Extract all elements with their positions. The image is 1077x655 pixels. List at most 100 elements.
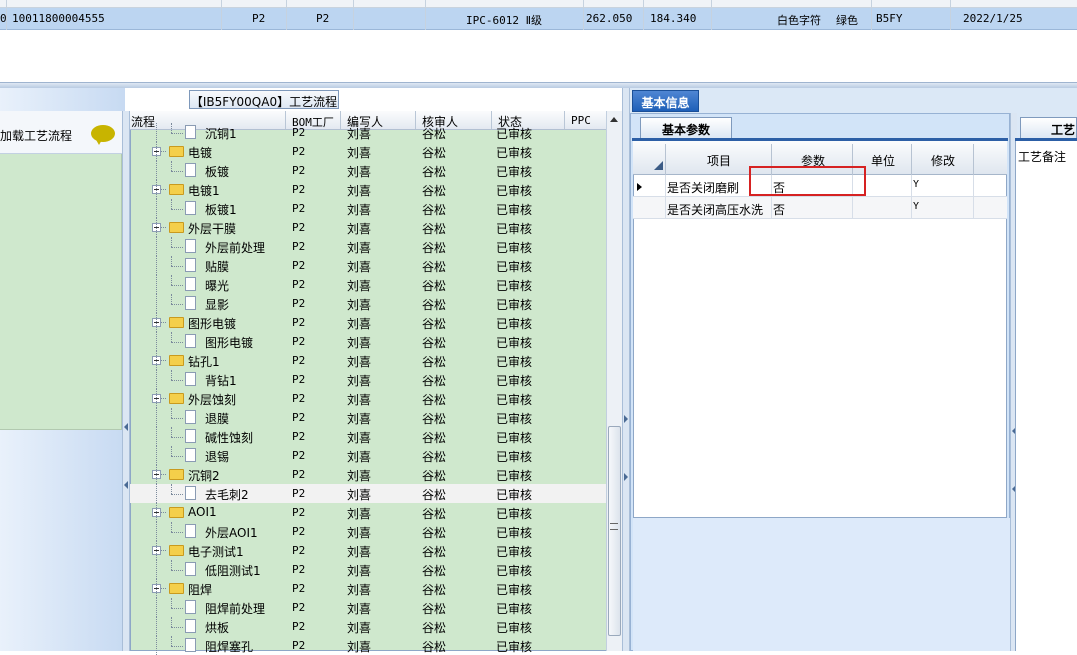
tree-cell-reviewer: 谷松 — [422, 279, 447, 293]
tree-scrollbar[interactable] — [606, 111, 622, 651]
tree-node-label: 外层AOI1 — [205, 526, 258, 540]
tree-row[interactable]: 沉铜2 P2 刘喜 谷松 已审核 — [130, 465, 606, 484]
tree-cell-status: 已审核 — [496, 393, 533, 407]
top-grid-selected-row[interactable]: 0 10011800004555 P2 P2 IPC-6012 Ⅱ级 262.0… — [0, 8, 1077, 30]
middle-splitter[interactable] — [622, 88, 630, 651]
left-splitter[interactable] — [122, 111, 130, 651]
tree-row[interactable]: 图形电镀 P2 刘喜 谷松 已审核 — [130, 313, 606, 332]
tree-row[interactable]: 外层前处理 P2 刘喜 谷松 已审核 — [130, 237, 606, 256]
tree-node-label: 退膜 — [205, 412, 230, 426]
tree-row[interactable]: 图形电镀 P2 刘喜 谷松 已审核 — [130, 332, 606, 351]
tree-cell-reviewer: 谷松 — [422, 412, 447, 426]
tree-row[interactable]: 烘板 P2 刘喜 谷松 已审核 — [130, 617, 606, 636]
tree-cell-status: 已审核 — [496, 412, 533, 426]
tree-node-label: 碱性蚀刻 — [205, 431, 254, 445]
tree-row[interactable]: 电镀 P2 刘喜 谷松 已审核 — [130, 142, 606, 161]
col-modify[interactable]: 修改 — [931, 152, 955, 169]
tree-cell-status: 已审核 — [496, 431, 533, 445]
tree-cell-bom: P2 — [292, 392, 306, 405]
tree-row[interactable]: 碱性蚀刻 P2 刘喜 谷松 已审核 — [130, 427, 606, 446]
tree-row[interactable]: 背钻1 P2 刘喜 谷松 已审核 — [130, 370, 606, 389]
tree-row[interactable]: 电子测试1 P2 刘喜 谷松 已审核 — [130, 541, 606, 560]
tree-node-label: AOI1 — [188, 505, 217, 519]
tree-cell-bom: P2 — [292, 354, 306, 367]
tree-row[interactable]: 钻孔1 P2 刘喜 谷松 已审核 — [130, 351, 606, 370]
tree-row[interactable]: 板镀 P2 刘喜 谷松 已审核 — [130, 161, 606, 180]
collapse-left-icon[interactable] — [124, 423, 128, 431]
param-row[interactable]: 是否关闭高压水洗 否 Y — [633, 197, 1007, 219]
tree-row[interactable]: 外层干膜 P2 刘喜 谷松 已审核 — [130, 218, 606, 237]
collapse-right-icon-2[interactable] — [624, 473, 628, 481]
tree-row[interactable]: 外层蚀刻 P2 刘喜 谷松 已审核 — [130, 389, 606, 408]
top-data-grid: 0 10011800004555 P2 P2 IPC-6012 Ⅱ级 262.0… — [0, 0, 1077, 82]
param-value-input[interactable]: 否 — [773, 201, 785, 218]
document-icon — [185, 201, 196, 215]
lower-empty-area — [633, 518, 1010, 651]
tab-craft[interactable]: 工艺 — [1020, 117, 1077, 139]
tree-row[interactable]: 退膜 P2 刘喜 谷松 已审核 — [130, 408, 606, 427]
row-bom: P2 — [252, 12, 266, 25]
tree-cell-reviewer: 谷松 — [422, 621, 447, 635]
tree-node-label: 烘板 — [205, 621, 230, 635]
tree-row[interactable]: 电镀1 P2 刘喜 谷松 已审核 — [130, 180, 606, 199]
tree-row[interactable]: 曝光 P2 刘喜 谷松 已审核 — [130, 275, 606, 294]
tree-cell-bom: P2 — [292, 126, 306, 139]
collapse-left-icon-2[interactable] — [124, 481, 128, 489]
tree-cell-bom: P2 — [292, 221, 306, 234]
tree-cell-status: 已审核 — [496, 222, 533, 236]
tree-cell-writer: 刘喜 — [347, 526, 372, 540]
tree-cell-writer: 刘喜 — [347, 450, 372, 464]
tree-row[interactable]: 显影 P2 刘喜 谷松 已审核 — [130, 294, 606, 313]
tree-cell-bom: P2 — [292, 563, 306, 576]
tree-row[interactable]: 阻焊前处理 P2 刘喜 谷松 已审核 — [130, 598, 606, 617]
tree-cell-bom: P2 — [292, 335, 306, 348]
tree-node-label: 阻焊 — [188, 583, 213, 597]
tab-basic-info[interactable]: 基本信息 — [632, 90, 699, 112]
tree-row[interactable]: 沉铜1 P2 刘喜 谷松 已审核 — [130, 123, 606, 142]
tree-cell-bom: P2 — [292, 525, 306, 538]
tree-cell-writer: 刘喜 — [347, 393, 372, 407]
tree-row[interactable]: 阻焊塞孔 P2 刘喜 谷松 已审核 — [130, 636, 606, 655]
process-flow-tab[interactable]: 【IB5FY00QA0】工艺流程 — [189, 90, 339, 109]
tree-row[interactable]: 退锡 P2 刘喜 谷松 已审核 — [130, 446, 606, 465]
tree-cell-reviewer: 谷松 — [422, 583, 447, 597]
tree-cell-writer: 刘喜 — [347, 241, 372, 255]
tree-node-label: 阻焊塞孔 — [205, 640, 254, 654]
tree-row[interactable]: AOI1 P2 刘喜 谷松 已审核 — [130, 503, 606, 522]
col-item[interactable]: 项目 — [707, 152, 731, 169]
scroll-up-icon[interactable] — [607, 113, 622, 127]
tree-row[interactable]: 去毛刺2 P2 刘喜 谷松 已审核 — [130, 484, 606, 503]
tree-cell-status: 已审核 — [496, 336, 533, 350]
craft-note-label: 工艺备注 — [1018, 150, 1067, 164]
document-icon — [185, 638, 196, 652]
tree-row[interactable]: 阻焊 P2 刘喜 谷松 已审核 — [130, 579, 606, 598]
tree-cell-status: 已审核 — [496, 355, 533, 369]
scroll-thumb[interactable] — [608, 426, 621, 636]
load-process-label[interactable]: 加载工艺流程 — [0, 127, 72, 144]
col-unit[interactable]: 单位 — [871, 152, 895, 169]
tree-cell-reviewer: 谷松 — [422, 355, 447, 369]
tree-cell-bom: P2 — [292, 373, 306, 386]
tree-cell-writer: 刘喜 — [347, 374, 372, 388]
tree-cell-status: 已审核 — [496, 165, 533, 179]
row-code2: B5FY — [876, 12, 903, 25]
tree-row[interactable]: 贴膜 P2 刘喜 谷松 已审核 — [130, 256, 606, 275]
tree-row[interactable]: 外层AOI1 P2 刘喜 谷松 已审核 — [130, 522, 606, 541]
tree-cell-writer: 刘喜 — [347, 488, 372, 502]
row-length: 262.050 — [586, 12, 633, 25]
tab-basic-params[interactable]: 基本参数 — [640, 117, 732, 139]
tree-cell-reviewer: 谷松 — [422, 374, 447, 388]
tree-node-label: 低阻测试1 — [205, 564, 261, 578]
tree-node-label: 电子测试1 — [188, 545, 244, 559]
tree-cell-status: 已审核 — [496, 526, 533, 540]
speech-bubble-icon[interactable] — [91, 125, 115, 145]
tree-cell-writer: 刘喜 — [347, 355, 372, 369]
tree-row[interactable]: 板镀1 P2 刘喜 谷松 已审核 — [130, 199, 606, 218]
tree-node-label: 贴膜 — [205, 260, 230, 274]
tree-node-label: 沉铜1 — [205, 127, 237, 141]
tree-row[interactable]: 低阻测试1 P2 刘喜 谷松 已审核 — [130, 560, 606, 579]
select-all-icon[interactable] — [654, 161, 663, 170]
collapse-right-icon[interactable] — [624, 415, 628, 423]
document-icon — [185, 486, 196, 500]
tree-node-label: 电镀1 — [188, 184, 220, 198]
